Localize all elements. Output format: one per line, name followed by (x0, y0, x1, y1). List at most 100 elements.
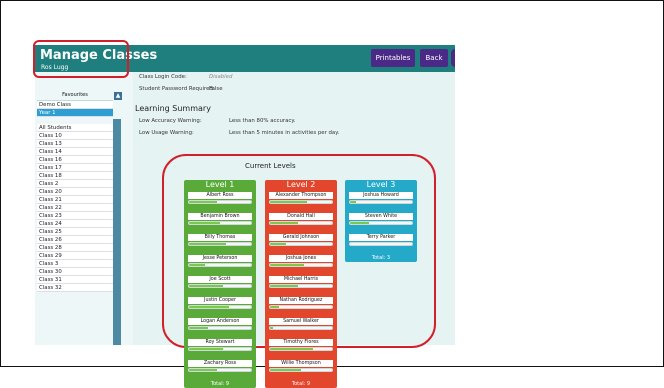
student-card[interactable]: Donald Hall (269, 213, 333, 230)
favourites-header: Favourites (37, 92, 113, 101)
student-card[interactable]: Benjamin Brown (188, 213, 252, 230)
student-card[interactable]: Gerald Johnson (269, 234, 333, 251)
sidebar-class-item[interactable]: Class 14 (37, 148, 113, 156)
student-progress-bar (269, 221, 333, 225)
sidebar-class-item[interactable]: Class 30 (37, 268, 113, 276)
sidebar-class-item[interactable]: Class 10 (37, 132, 113, 140)
student-card[interactable]: Joe Scott (188, 276, 252, 293)
student-name: Benjamin Brown (188, 213, 252, 220)
student-card[interactable]: Logan Anderson (188, 318, 252, 335)
student-progress-fill (350, 201, 357, 203)
sidebar-class-item[interactable]: Class 16 (37, 156, 113, 164)
student-name: Joe Scott (188, 276, 252, 283)
sidebar-scrollbar[interactable] (113, 119, 121, 345)
sidebar-favourite-item[interactable]: Year 1 (37, 109, 113, 117)
sidebar-class-item[interactable]: Class 21 (37, 196, 113, 204)
sidebar-class-item[interactable]: Class 3 (37, 260, 113, 268)
collapse-up-icon[interactable]: ▲ (114, 92, 122, 100)
student-progress-fill (189, 243, 227, 245)
student-card[interactable]: Zachary Ross (188, 360, 252, 377)
student-progress-fill (189, 327, 208, 329)
sidebar-favourite-item[interactable]: Demo Class (37, 101, 113, 109)
student-card[interactable]: Justin Cooper (188, 297, 252, 314)
student-progress-bar (349, 242, 413, 246)
student-card[interactable]: Alexander Thompson (269, 192, 333, 209)
student-card[interactable]: Timothy Flores (269, 339, 333, 356)
student-card[interactable]: Michael Harris (269, 276, 333, 293)
low-accuracy-label: Low Accuracy Warning: (139, 118, 202, 124)
student-name: Logan Anderson (188, 318, 252, 325)
student-progress-bar (269, 284, 333, 288)
student-progress-fill (189, 306, 230, 308)
student-progress-bar (188, 242, 252, 246)
student-progress-fill (189, 285, 224, 287)
sidebar-class-item[interactable]: Class 2 (37, 180, 113, 188)
student-progress-bar (269, 263, 333, 267)
student-card[interactable]: Joshua Jones (269, 255, 333, 272)
student-card[interactable]: Terry Parker (349, 234, 413, 251)
student-progress-fill (270, 201, 308, 203)
student-progress-fill (270, 348, 314, 350)
student-name: Gerald Johnson (269, 234, 333, 241)
student-progress-fill (270, 243, 286, 245)
sidebar-class-item[interactable]: All Students (37, 124, 113, 132)
student-card[interactable]: Joshua Howard (349, 192, 413, 209)
student-card[interactable]: Samuel Walker (269, 318, 333, 335)
level-header: Level 1 (205, 180, 235, 189)
student-name: Steven White (349, 213, 413, 220)
student-card[interactable]: Billy Thomas (188, 234, 252, 251)
sidebar-class-item[interactable]: Class 31 (37, 276, 113, 284)
student-name: Billy Thomas (188, 234, 252, 241)
student-progress-fill (270, 285, 298, 287)
class-sidebar: Favourites ▲ Demo Class Year 1 All Student… (35, 72, 133, 345)
student-progress-fill (189, 369, 217, 371)
student-progress-fill (270, 264, 305, 266)
low-usage-label: Low Usage Warning: (139, 130, 194, 136)
sidebar-class-item[interactable]: Class 23 (37, 212, 113, 220)
sidebar-class-item[interactable]: Class 29 (37, 252, 113, 260)
student-card[interactable]: Willie Thompson (269, 360, 333, 377)
sidebar-class-item[interactable]: Class 25 (37, 228, 113, 236)
student-card[interactable]: Nathan Rodriguez (269, 297, 333, 314)
student-progress-bar (349, 221, 413, 225)
student-progress-bar (188, 263, 252, 267)
student-card[interactable]: Roy Stewart (188, 339, 252, 356)
more-button[interactable] (451, 49, 455, 67)
student-card[interactable]: Albert Ross (188, 192, 252, 209)
sidebar-class-item[interactable]: Class 13 (37, 140, 113, 148)
sidebar-class-item[interactable]: Class 24 (37, 220, 113, 228)
student-progress-bar (269, 347, 333, 351)
student-name: Michael Harris (269, 276, 333, 283)
student-name: Justin Cooper (188, 297, 252, 304)
sidebar-class-item[interactable]: Class 26 (37, 236, 113, 244)
level-column: Level 2 Alexander Thompson Donald Hall Gera… (265, 180, 337, 388)
password-label: Student Password Required: (139, 86, 215, 92)
login-code-label: Class Login Code: (139, 74, 187, 80)
sidebar-class-item[interactable]: Class 22 (37, 204, 113, 212)
student-name: Jesse Peterson (188, 255, 252, 262)
student-progress-fill (270, 222, 298, 224)
sidebar-class-item[interactable]: Class 28 (37, 244, 113, 252)
student-card[interactable]: Steven White (349, 213, 413, 230)
back-button[interactable]: Back (420, 49, 448, 67)
student-progress-fill (270, 306, 280, 308)
student-progress-bar (188, 284, 252, 288)
student-card[interactable]: Jesse Peterson (188, 255, 252, 272)
level-header: Level 3 (366, 180, 396, 189)
level-header: Level 2 (286, 180, 316, 189)
student-progress-fill (270, 369, 301, 371)
sidebar-class-item[interactable]: Class 18 (37, 172, 113, 180)
login-code-value: Disabled (209, 74, 233, 80)
student-progress-bar (188, 347, 252, 351)
student-name: Roy Stewart (188, 339, 252, 346)
sidebar-class-item[interactable]: Class 17 (37, 164, 113, 172)
sidebar-class-item[interactable]: Class 20 (37, 188, 113, 196)
student-progress-bar (188, 326, 252, 330)
printables-button[interactable]: Printables (371, 49, 415, 67)
password-value: False (209, 86, 223, 92)
sidebar-class-item[interactable]: Class 32 (37, 284, 113, 292)
student-progress-bar (188, 221, 252, 225)
low-accuracy-value: Less than 80% accuracy. (229, 118, 296, 124)
level-student-list: Albert Ross Benjamin Brown Billy Thomas Jes… (184, 190, 256, 381)
student-name: Alexander Thompson (269, 192, 333, 199)
